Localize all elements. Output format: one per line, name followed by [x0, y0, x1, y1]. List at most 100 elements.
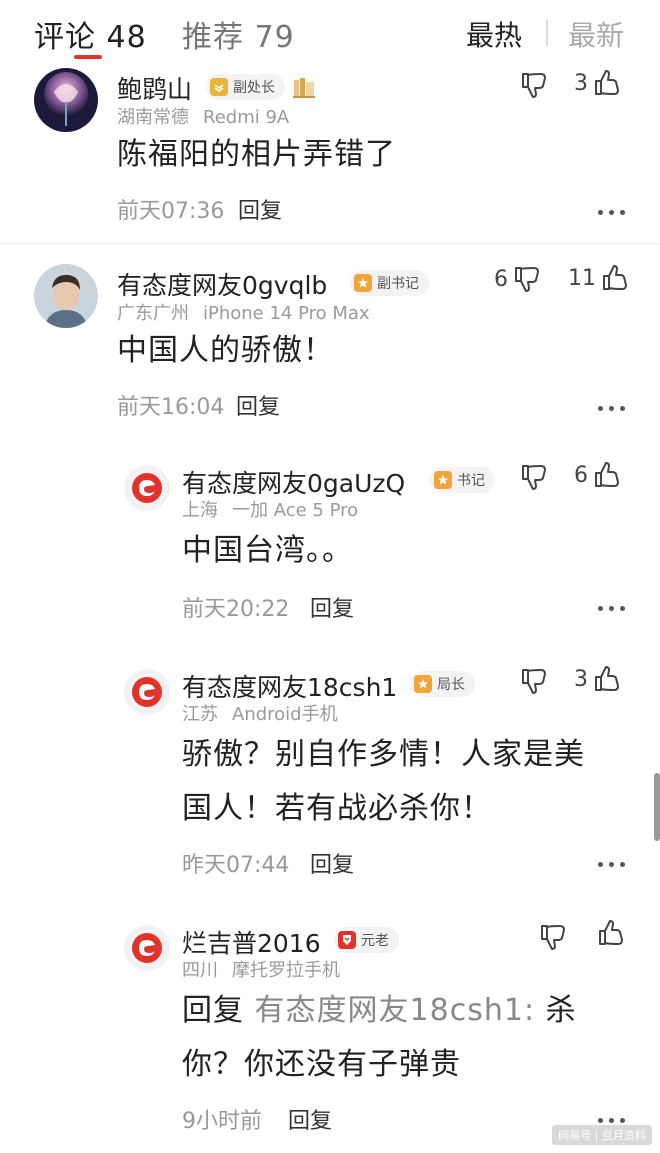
comment-time: 9小时前: [182, 1109, 262, 1134]
like-count: 11: [568, 265, 596, 291]
like-button[interactable]: [596, 918, 626, 948]
comment-text-line: 回复 有态度网友18csh1: 杀: [182, 984, 577, 1038]
comment-device: Android手机: [232, 704, 338, 725]
sort-divider: [546, 20, 548, 46]
divider: [0, 243, 660, 244]
comment-text-line: 骄傲？别自作多情！人家是美: [182, 737, 585, 772]
dislike-button[interactable]: [538, 922, 568, 952]
comment-device: 一加 Ace 5 Pro: [232, 500, 359, 521]
badge-rank-icon: [338, 931, 356, 949]
thumbs-down-icon: [522, 669, 546, 694]
comment-meta: 湖南常德 Redmi 9A: [117, 103, 289, 129]
reply-button[interactable]: 回复: [310, 591, 354, 623]
user-badge: 副处长: [206, 74, 285, 100]
thumbs-up-icon: [595, 462, 619, 487]
comment-time: 前天07:36: [117, 199, 225, 224]
thumbs-down-icon: [541, 925, 565, 950]
badge-label: 副书记: [377, 276, 419, 292]
comment-username[interactable]: 有态度网友0gvqlb: [117, 266, 327, 302]
comment-location: 四川: [182, 960, 218, 981]
avatar[interactable]: [124, 465, 170, 511]
active-tab-indicator: [74, 55, 102, 59]
tab-comments[interactable]: 评论 48: [34, 12, 147, 56]
comment-device: iPhone 14 Pro Max: [203, 303, 370, 324]
like-button[interactable]: 3: [574, 68, 622, 98]
comment-location: 上海: [182, 500, 218, 521]
thumbs-up-icon: [595, 70, 619, 95]
avatar[interactable]: [34, 68, 98, 132]
comment-meta: 广东广州 iPhone 14 Pro Max: [117, 299, 370, 325]
badge-rank-icon: [354, 274, 372, 292]
comment-meta: 江苏 Android手机: [182, 700, 338, 726]
badge-label: 副处长: [233, 80, 275, 96]
reply-button[interactable]: 回复: [310, 847, 354, 879]
dislike-button[interactable]: 6: [494, 264, 542, 294]
reply-button[interactable]: 回复: [236, 389, 280, 421]
comment-text-line: 你？你还没有子弹贵: [182, 1047, 461, 1082]
comment-text-fragment: 杀: [545, 993, 577, 1028]
comment-username[interactable]: 有态度网友0gaUzQ: [182, 464, 405, 500]
more-options-icon[interactable]: [598, 604, 628, 614]
dislike-button[interactable]: [519, 462, 549, 492]
badge-label: 元老: [361, 933, 389, 949]
badge-rank-icon: [210, 78, 228, 96]
comment-location: 湖南常德: [117, 107, 189, 128]
comment-text: 骄傲？别自作多情！人家是美 国人！若有战必杀你！: [182, 728, 585, 836]
comment-username[interactable]: 鲍鹍山: [117, 70, 192, 106]
comment-username[interactable]: 有态度网友18csh1: [182, 668, 397, 704]
tab-recommend[interactable]: 推荐 79: [182, 12, 295, 56]
user-badge: 局长: [410, 671, 475, 697]
user-badge: 书记: [430, 467, 495, 493]
books-icon: [292, 76, 316, 102]
badge-label: 局长: [437, 677, 465, 693]
comment-meta: 四川 摩托罗拉手机: [182, 956, 340, 982]
scrollbar-thumb[interactable]: [654, 773, 660, 841]
watermark: 网易号 | 旦月资料: [552, 1125, 652, 1145]
comment-time: 前天16:04: [117, 395, 225, 420]
reply-button[interactable]: 回复: [288, 1103, 332, 1135]
more-options-icon[interactable]: [598, 860, 628, 870]
like-count: 6: [574, 462, 588, 488]
thumbs-down-icon: [522, 465, 546, 490]
reply-button[interactable]: 回复: [238, 193, 282, 225]
more-options-icon[interactable]: [598, 404, 628, 414]
like-count: 3: [574, 666, 588, 692]
like-count: 3: [574, 70, 588, 96]
comment-text: 中国台湾。。: [182, 533, 353, 568]
badge-rank-icon: [414, 675, 432, 693]
sort-hot-button[interactable]: 最热: [466, 14, 522, 54]
badge-label: 书记: [457, 473, 485, 489]
like-button[interactable]: 3: [574, 664, 622, 694]
comment-text-line: 国人！若有战必杀你！: [182, 791, 492, 826]
comment-text: 陈福阳的相片弄错了: [117, 137, 396, 172]
comment-text: 回复 有态度网友18csh1: 杀 你？你还没有子弹贵: [182, 984, 577, 1092]
dislike-button[interactable]: [519, 666, 549, 696]
comment-location: 江苏: [182, 704, 218, 725]
comment-header: 评论 48 推荐 79 最热 最新: [0, 0, 660, 62]
like-button[interactable]: 6: [574, 460, 622, 490]
comment-device: Redmi 9A: [203, 107, 290, 128]
reply-target-mention[interactable]: 有态度网友18csh1:: [255, 993, 536, 1028]
thumbs-up-icon: [603, 265, 627, 290]
thumbs-down-icon: [522, 73, 546, 98]
comment-username[interactable]: 烂吉普2016: [182, 924, 321, 960]
like-button[interactable]: 11: [568, 263, 630, 293]
comment-device: 摩托罗拉手机: [232, 960, 340, 981]
thumbs-down-icon: [515, 267, 539, 292]
avatar[interactable]: [34, 264, 98, 328]
comment-text: 中国人的骄傲！: [117, 333, 334, 368]
reply-prefix: 回复: [182, 993, 244, 1028]
comment-meta: 上海 一加 Ace 5 Pro: [182, 496, 358, 522]
user-badge: 元老: [334, 927, 399, 953]
sort-new-button[interactable]: 最新: [568, 14, 624, 54]
dislike-count: 6: [494, 266, 508, 292]
comment-time: 前天20:22: [182, 597, 290, 622]
avatar[interactable]: [124, 669, 170, 715]
comment-time: 昨天07:44: [182, 853, 290, 878]
more-options-icon[interactable]: [598, 208, 628, 218]
dislike-button[interactable]: [519, 70, 549, 100]
user-badge: 副书记: [350, 270, 429, 296]
thumbs-up-icon: [595, 666, 619, 691]
thumbs-up-icon: [599, 920, 623, 945]
avatar[interactable]: [124, 925, 170, 971]
